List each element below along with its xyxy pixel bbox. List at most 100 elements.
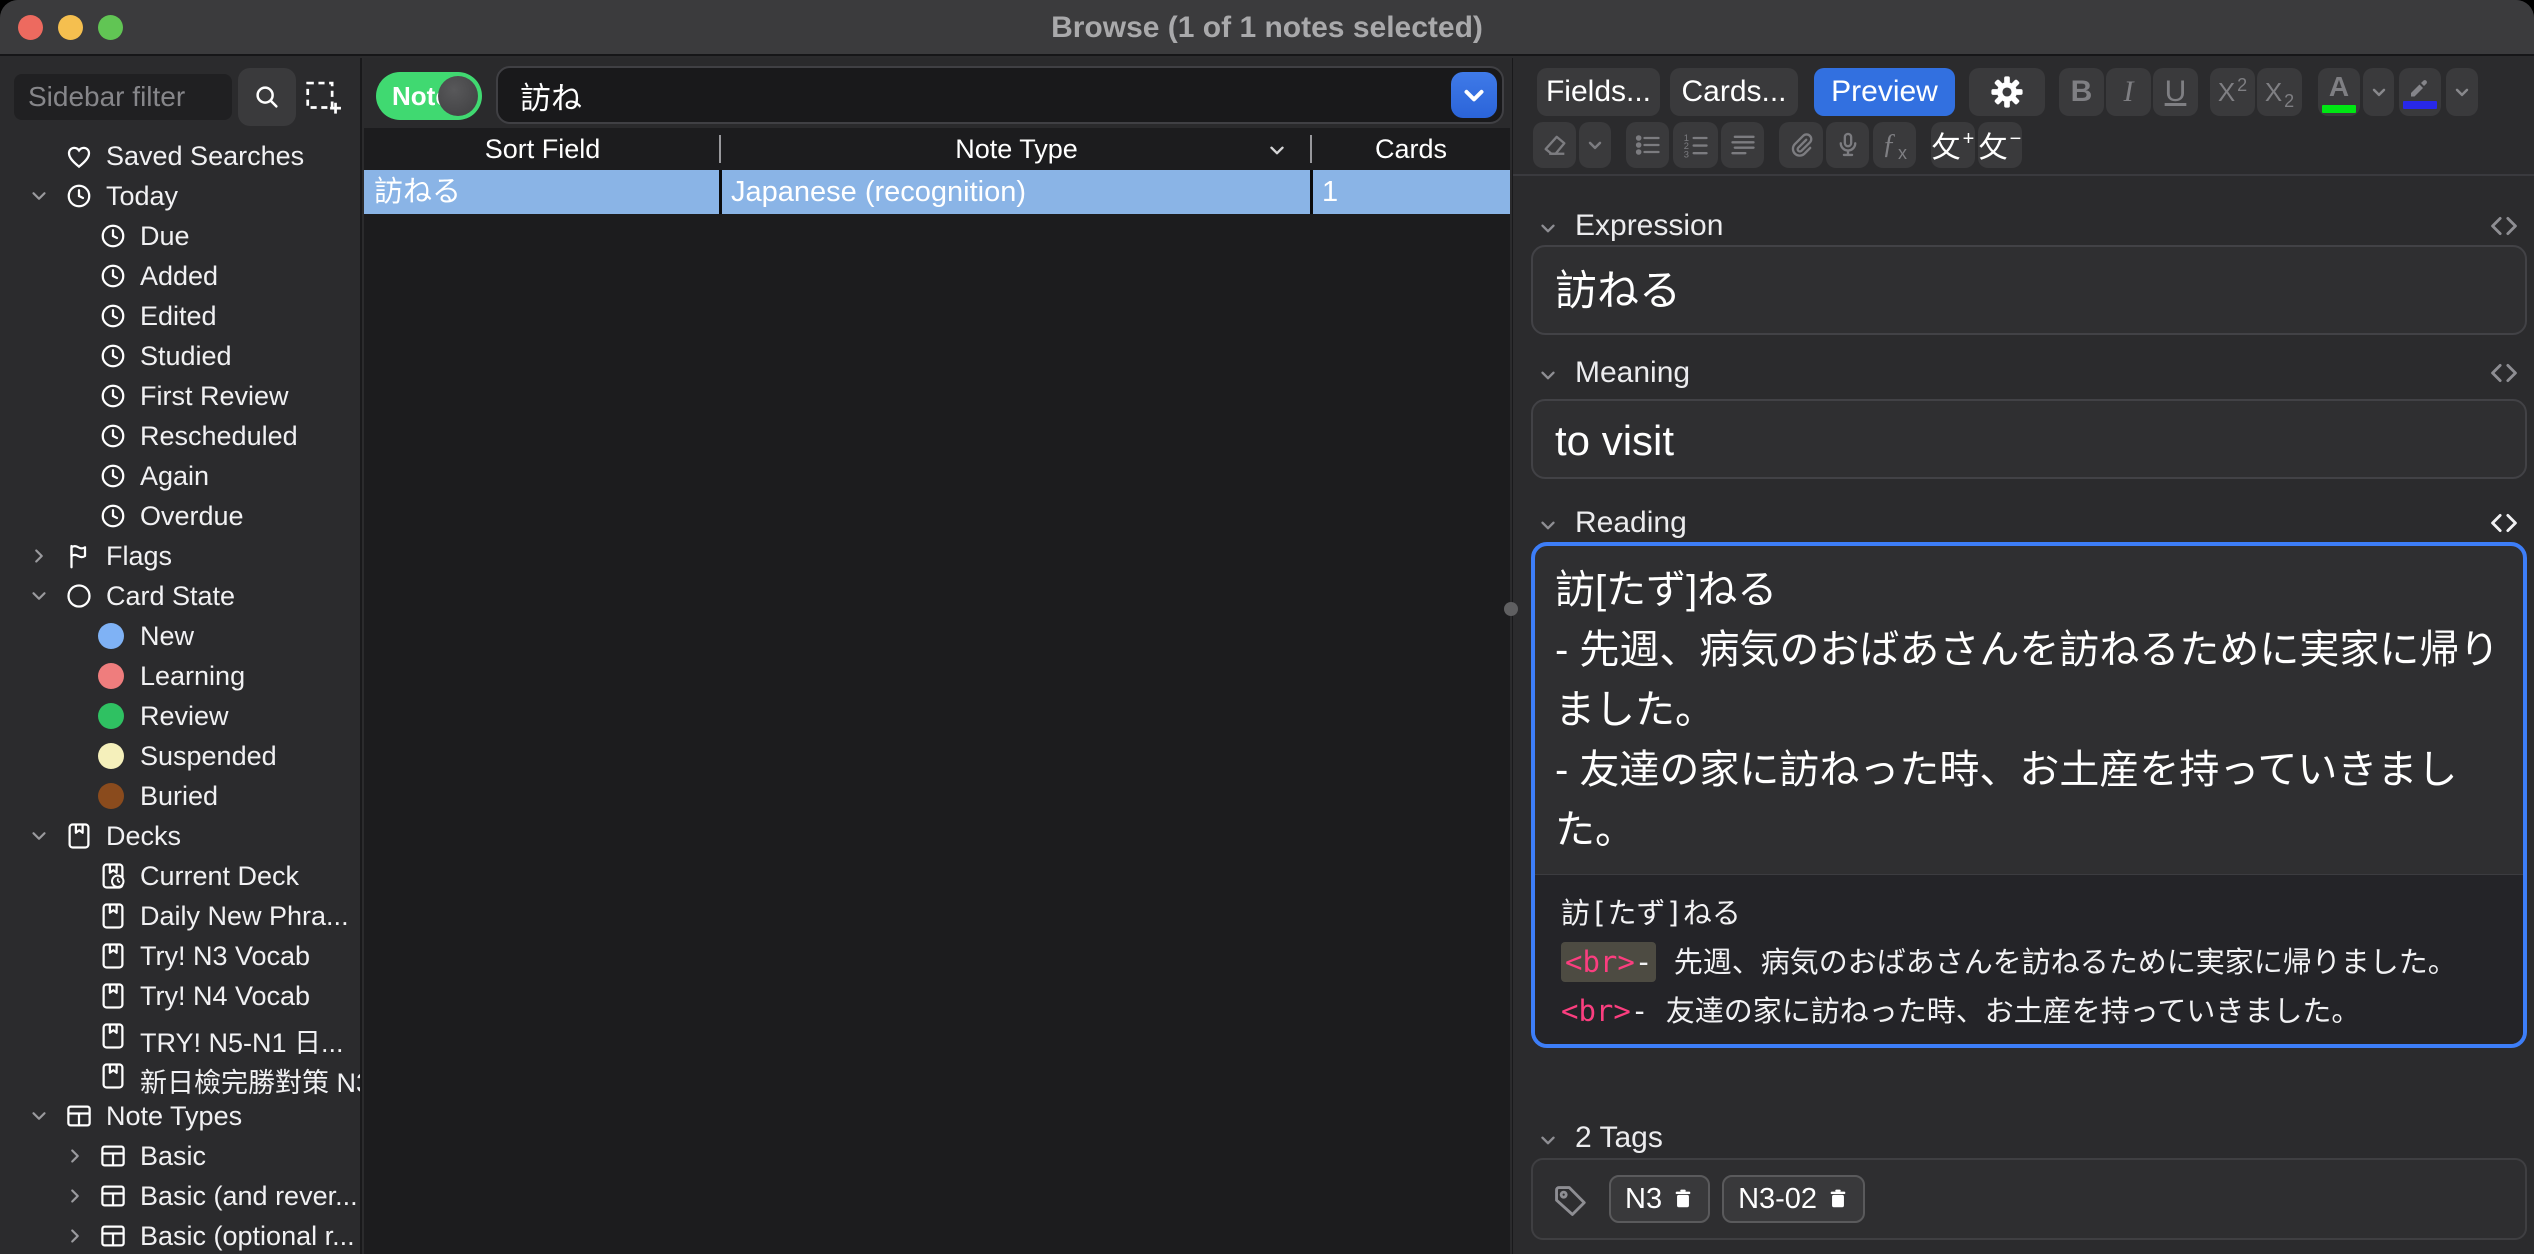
cell-sort-field[interactable]: 訪ねる	[374, 170, 714, 214]
field-input-expression[interactable]: 訪ねる	[1531, 245, 2527, 335]
book-icon	[98, 981, 128, 1011]
pane-splitter-handle[interactable]	[1504, 602, 1518, 616]
highlight-color-dropdown-button[interactable]	[2446, 68, 2478, 116]
trash-icon[interactable]	[1672, 1187, 1694, 1211]
html-editor-toggle-icon[interactable]	[2487, 359, 2521, 387]
collapse-chevron-icon[interactable]	[1537, 217, 1559, 239]
editor-settings-button[interactable]	[1969, 68, 2045, 116]
sidebar-item-due[interactable]: Due	[0, 216, 362, 256]
source-code-line[interactable]: 訪[たず]ねる	[1561, 889, 2497, 938]
column-header-cards[interactable]: Cards	[1312, 128, 1510, 170]
highlight-color-button[interactable]	[2399, 68, 2441, 116]
chevron-down-icon[interactable]	[28, 1105, 50, 1127]
sidebar-item-basic-and-rever[interactable]: Basic (and rever...	[0, 1176, 362, 1216]
sidebar-item-try-n3-vocab[interactable]: Try! N3 Vocab	[0, 936, 362, 976]
unordered-list-button[interactable]	[1626, 122, 1669, 168]
state-dot-icon	[98, 703, 124, 729]
record-audio-button[interactable]	[1826, 122, 1869, 168]
indent-paragraph-button[interactable]	[1721, 122, 1764, 168]
tags-area[interactable]: N3N3-02	[1531, 1158, 2527, 1240]
sidebar-item-current-deck[interactable]: Current Deck	[0, 856, 362, 896]
search-toolbar: Notes	[364, 58, 1510, 128]
html-editor-toggle-icon-active[interactable]	[2487, 509, 2521, 537]
sidebar-select-mode-button[interactable]	[304, 78, 344, 118]
text-color-button[interactable]: A	[2318, 68, 2360, 116]
remove-formatting-button[interactable]	[1533, 122, 1576, 168]
subscript-button[interactable]: X2	[2257, 68, 2302, 116]
tag-chip-n3[interactable]: N3	[1609, 1175, 1710, 1223]
sidebar-item-suspended[interactable]: Suspended	[0, 736, 362, 776]
sidebar-item-decks[interactable]: Decks	[0, 816, 362, 856]
sidebar-item-new[interactable]: New	[0, 616, 362, 656]
sidebar-item-basic-optional-r[interactable]: Basic (optional r...	[0, 1216, 362, 1254]
sidebar-item-review[interactable]: Review	[0, 696, 362, 736]
reading-html-source[interactable]: 訪[たず]ねる<br>- 先週、病気のおばあさんを訪ねるために実家に帰りました。…	[1535, 874, 2523, 1048]
tag-chip-n3-02[interactable]: N3-02	[1722, 1175, 1865, 1223]
sidebar-item-rescheduled[interactable]: Rescheduled	[0, 416, 362, 456]
collapse-chevron-icon[interactable]	[1537, 364, 1559, 386]
sidebar-item-n3[interactable]: 新日檢完勝對策 N3	[0, 1056, 362, 1096]
sidebar-item-buried[interactable]: Buried	[0, 776, 362, 816]
trash-icon[interactable]	[1827, 1187, 1849, 1211]
sidebar-item-card-state[interactable]: Card State	[0, 576, 362, 616]
bold-button[interactable]: B	[2059, 68, 2104, 116]
text-color-dropdown-button[interactable]	[2363, 68, 2394, 116]
column-header-note-type[interactable]: Note Type	[721, 128, 1312, 170]
html-editor-toggle-icon[interactable]	[2487, 212, 2521, 240]
sidebar-item-note-types[interactable]: Note Types	[0, 1096, 362, 1136]
furigana-remove-button[interactable]: 攵−	[1978, 122, 2022, 168]
column-header-sort-field[interactable]: Sort Field	[364, 128, 721, 170]
sidebar-item-try-n5-n1[interactable]: TRY! N5-N1 日...	[0, 1016, 362, 1056]
notes-cards-toggle[interactable]: Notes	[376, 72, 482, 120]
sidebar-item-flags[interactable]: Flags	[0, 536, 362, 576]
search-input[interactable]	[498, 68, 1438, 122]
sidebar-item-overdue[interactable]: Overdue	[0, 496, 362, 536]
sidebar-item-daily-new-phra[interactable]: Daily New Phra...	[0, 896, 362, 936]
italic-button[interactable]: I	[2106, 68, 2151, 116]
toggle-knob[interactable]	[438, 76, 478, 116]
sidebar-item-added[interactable]: Added	[0, 256, 362, 296]
cell-note-type[interactable]: Japanese (recognition)	[731, 170, 1301, 214]
furigana-generate-button[interactable]: 攵+	[1931, 122, 1975, 168]
sidebar-item-edited[interactable]: Edited	[0, 296, 362, 336]
sidebar-filter-input[interactable]	[14, 74, 232, 120]
sidebar-item-try-n4-vocab[interactable]: Try! N4 Vocab	[0, 976, 362, 1016]
chevron-right-icon[interactable]	[64, 1225, 86, 1247]
cards-button[interactable]: Cards...	[1670, 68, 1798, 116]
chevron-down-icon[interactable]	[28, 185, 50, 207]
sidebar-item-today[interactable]: Today	[0, 176, 362, 216]
table-row-selected[interactable]: 訪ねる Japanese (recognition) 1	[364, 170, 1510, 214]
math-equations-button[interactable]: ƒx	[1873, 122, 1916, 168]
sidebar-item-basic[interactable]: Basic	[0, 1136, 362, 1176]
chevron-down-icon[interactable]	[28, 825, 50, 847]
sidebar-item-again[interactable]: Again	[0, 456, 362, 496]
attach-file-button[interactable]	[1779, 122, 1823, 168]
collapse-chevron-icon[interactable]	[1537, 1129, 1559, 1151]
preview-button[interactable]: Preview	[1814, 68, 1955, 116]
chevron-right-icon[interactable]	[64, 1185, 86, 1207]
highlight-color-swatch	[2403, 101, 2437, 109]
search-history-dropdown-button[interactable]	[1451, 72, 1497, 118]
chevron-right-icon[interactable]	[64, 1145, 86, 1167]
collapse-chevron-icon[interactable]	[1537, 514, 1559, 536]
source-code-line[interactable]: <br>- 友達の家に訪ねった時、お土産を持っていきました。	[1561, 987, 2497, 1036]
fields-button[interactable]: Fields...	[1537, 68, 1660, 116]
column-sort-chevron-icon[interactable]	[1266, 139, 1288, 161]
reading-rich-text[interactable]: 訪[たず]ねる - 先週、病気のおばあさんを訪ねるために実家に帰りました。 - …	[1535, 546, 2523, 874]
ordered-list-button[interactable]: 123	[1673, 122, 1718, 168]
sidebar-item-first-review[interactable]: First Review	[0, 376, 362, 416]
cell-cards[interactable]: 1	[1322, 170, 1502, 214]
sidebar-search-button[interactable]	[238, 68, 296, 126]
sidebar-item-label: First Review	[140, 381, 289, 412]
sidebar-item-studied[interactable]: Studied	[0, 336, 362, 376]
field-label: Meaning	[1575, 356, 1690, 390]
remove-formatting-dropdown-button[interactable]	[1579, 122, 1611, 168]
source-code-line[interactable]: <br>- 先週、病気のおばあさんを訪ねるために実家に帰りました。	[1561, 938, 2497, 987]
chevron-right-icon[interactable]	[28, 545, 50, 567]
field-input-meaning[interactable]: to visit	[1531, 399, 2527, 479]
sidebar-item-saved-searches[interactable]: Saved Searches	[0, 136, 362, 176]
chevron-down-icon[interactable]	[28, 585, 50, 607]
underline-button[interactable]: U	[2153, 68, 2198, 116]
sidebar-item-learning[interactable]: Learning	[0, 656, 362, 696]
superscript-button[interactable]: X2	[2210, 68, 2255, 116]
